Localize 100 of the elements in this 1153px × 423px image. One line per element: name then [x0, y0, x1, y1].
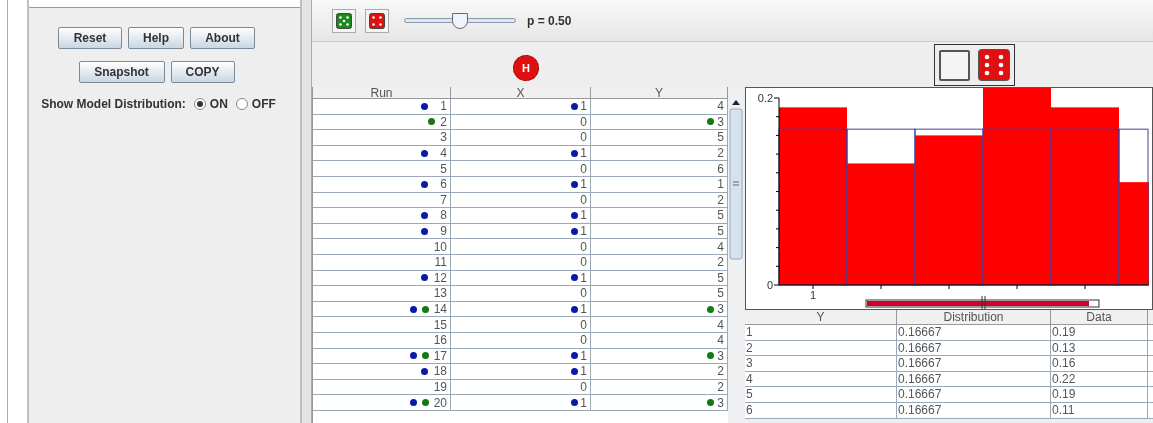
x-value: 0 [580, 255, 587, 270]
x-value: 1 [580, 364, 587, 379]
text-field[interactable] [29, 0, 300, 8]
y-value: 4 [717, 99, 724, 114]
y-value: 4 [717, 239, 724, 254]
column-header[interactable]: Distribution [897, 310, 1051, 324]
y-tick-label: 0.2 [757, 92, 773, 104]
run-number: 14 [433, 302, 447, 316]
x-value: 0 [580, 317, 587, 332]
y-tick-label: 0 [766, 279, 773, 291]
run-number: 8 [439, 208, 447, 223]
run-number: 18 [433, 364, 447, 379]
column-header[interactable]: Run [313, 87, 451, 98]
x-value: 1 [580, 99, 587, 114]
run-number: 2 [440, 114, 447, 129]
scrollbar[interactable] [728, 87, 743, 423]
run-number: 11 [433, 255, 447, 270]
x-value: 0 [580, 114, 587, 129]
x-tick-label: 1 [809, 289, 817, 301]
y-value: 1 [717, 177, 724, 192]
x-value: 0 [580, 192, 587, 207]
y-value: 3 [717, 348, 724, 363]
x-value: 1 [580, 302, 587, 316]
run-number: 4 [439, 146, 447, 161]
run-number: 16 [433, 333, 447, 348]
table-cell: 0.19 [1051, 325, 1148, 340]
table-cell: 0.16667 [897, 371, 1051, 387]
model-distribution-label: Show Model Distribution: [41, 96, 186, 113]
run-number: 12 [433, 270, 447, 285]
run-number: 13 [433, 286, 447, 301]
die-icon [336, 12, 352, 29]
die-icon [369, 12, 385, 29]
action-button[interactable]: Help [128, 27, 184, 49]
table-cell: 0.16667 [897, 387, 1051, 402]
run-number: 7 [439, 192, 447, 207]
y-value: 2 [717, 380, 724, 394]
run-number: 5 [439, 161, 447, 176]
y-value: 2 [717, 255, 724, 270]
action-button[interactable]: COPY [170, 61, 235, 83]
empty-die-slot [939, 49, 970, 81]
y-value: 3 [717, 395, 724, 410]
action-button[interactable]: Reset [58, 27, 122, 49]
table-cell: 0.11 [1051, 402, 1148, 418]
x-value: 0 [580, 286, 587, 301]
run-number: 19 [433, 380, 447, 394]
die-button[interactable] [332, 8, 356, 33]
y-value: 2 [717, 364, 724, 379]
x-value: 0 [580, 130, 587, 145]
y-value: 5 [717, 208, 724, 223]
run-number: 9 [439, 224, 447, 239]
column-header[interactable]: Y [745, 310, 897, 324]
y-value: 2 [717, 146, 724, 161]
run-number: 3 [439, 130, 447, 145]
y-value: 2 [717, 192, 724, 207]
x-value: 0 [580, 380, 587, 394]
table-cell: 5 [745, 387, 897, 402]
run-number: 17 [433, 348, 447, 363]
y-value: 4 [717, 333, 724, 348]
x-value: 0 [580, 333, 587, 348]
table-cell: 2 [745, 340, 897, 356]
table-cell: 0.19 [1051, 387, 1148, 402]
radio-option[interactable]: ON [193, 95, 228, 113]
column-header[interactable]: X [451, 87, 591, 98]
run-number: 6 [439, 177, 447, 192]
probability-slider[interactable] [404, 12, 516, 29]
column-header[interactable]: Data [1051, 310, 1148, 324]
probability-reading: p = 0.50 [527, 12, 572, 30]
x-value: 1 [580, 395, 587, 410]
table-cell: 0.16 [1051, 356, 1148, 371]
run-number: 10 [433, 239, 447, 254]
x-value: 0 [580, 239, 587, 254]
die-button[interactable] [365, 8, 389, 33]
table-cell: 0.16667 [897, 356, 1051, 371]
x-value: 1 [580, 270, 587, 285]
table-cell: 0.22 [1051, 371, 1148, 387]
action-button[interactable]: Snapshot [78, 61, 165, 83]
y-value: 5 [717, 224, 724, 239]
y-value: 3 [717, 114, 724, 129]
table-cell: 0.13 [1051, 340, 1148, 356]
coin-result: H [513, 55, 539, 81]
y-value: 5 [717, 270, 724, 285]
action-button[interactable]: About [190, 27, 255, 49]
x-value: 1 [580, 348, 587, 363]
x-value: 0 [580, 161, 587, 176]
table-cell: 6 [745, 402, 897, 418]
table-cell: 0.16667 [897, 402, 1051, 418]
y-value: 6 [717, 161, 724, 176]
x-value: 1 [580, 177, 587, 192]
table-cell: 4 [745, 371, 897, 387]
y-value: 5 [717, 130, 724, 145]
run-number: 1 [439, 99, 447, 114]
x-value: 1 [580, 146, 587, 161]
y-value: 5 [717, 286, 724, 301]
run-number: 15 [433, 317, 447, 332]
y-value: 4 [717, 317, 724, 332]
table-cell: 0.16667 [897, 325, 1051, 340]
radio-option[interactable]: OFF [235, 95, 276, 113]
table-cell: 3 [745, 356, 897, 371]
y-value: 3 [717, 302, 724, 316]
x-value: 1 [580, 224, 587, 239]
